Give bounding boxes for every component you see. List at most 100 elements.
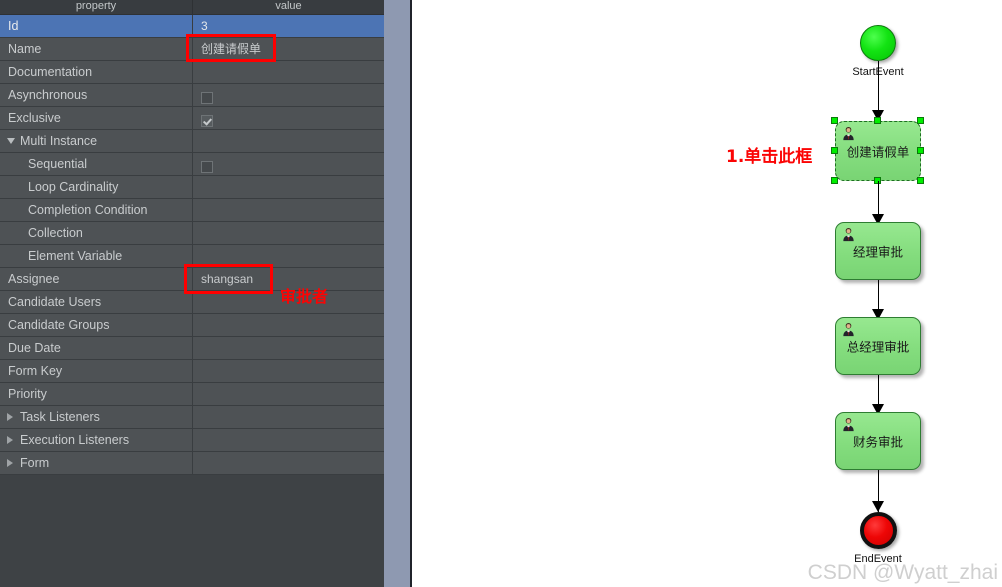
user-task-icon [843, 322, 854, 337]
panel-vertical-scrollbar[interactable] [384, 0, 410, 587]
property-label: Execution Listeners [20, 433, 130, 447]
property-value-cell[interactable] [193, 337, 384, 359]
property-name-cell: Due Date [0, 337, 193, 359]
screenshot-root: property value Id 3 Name 创建请假单 Documentation… [0, 0, 1002, 587]
table-row[interactable]: Priority [0, 383, 384, 406]
property-name-cell: Sequential [0, 153, 193, 175]
property-label: Collection [28, 226, 83, 240]
column-header-value: value [275, 0, 302, 12]
table-row[interactable]: Documentation [0, 61, 384, 84]
resize-handle-ne[interactable] [917, 117, 924, 124]
property-name-cell: Execution Listeners [0, 429, 193, 451]
property-value-cell[interactable] [193, 222, 384, 244]
property-label: Assignee [8, 272, 60, 286]
bpmn-diagram-canvas[interactable]: 1.单击此框 StartEvent 创建请假单 [412, 0, 1002, 587]
property-name-cell: Task Listeners [0, 406, 193, 428]
table-row[interactable]: Loop Cardinality [0, 176, 384, 199]
task-node-finance-approval[interactable]: 财务审批 [835, 412, 921, 470]
chevron-right-icon[interactable] [7, 459, 13, 467]
table-row[interactable]: Due Date [0, 337, 384, 360]
start-event-node[interactable] [860, 25, 896, 61]
property-name-cell: Exclusive [0, 107, 193, 129]
table-row[interactable]: Completion Condition [0, 199, 384, 222]
property-label: Multi Instance [20, 134, 98, 148]
table-row[interactable]: Form Key [0, 360, 384, 383]
property-name-cell: Multi Instance [0, 130, 193, 152]
watermark-text: CSDN @Wyatt_zhai [807, 561, 998, 584]
panel-empty-area [0, 475, 385, 587]
property-label: Due Date [8, 341, 61, 355]
flow-arrow-end [872, 501, 884, 512]
property-label: Form [20, 456, 50, 470]
properties-panel: property value Id 3 Name 创建请假单 Documentation… [0, 0, 412, 587]
user-task-icon [843, 126, 854, 141]
table-row[interactable]: Task Listeners [0, 406, 384, 429]
property-name-cell: Documentation [0, 61, 193, 83]
resize-handle-sw[interactable] [831, 177, 838, 184]
table-row[interactable]: Execution Listeners [0, 429, 384, 452]
property-value-cell[interactable] [193, 130, 384, 152]
property-value-cell[interactable] [193, 107, 384, 129]
checkbox-unchecked-icon[interactable] [201, 161, 213, 174]
checkbox-checked-icon[interactable] [201, 115, 213, 128]
property-name-cell: Candidate Users [0, 291, 193, 313]
user-task-icon [843, 417, 854, 432]
chevron-right-icon[interactable] [7, 436, 13, 444]
property-value-cell[interactable] [193, 452, 384, 474]
table-row[interactable]: Exclusive [0, 107, 384, 130]
property-name-cell: Candidate Groups [0, 314, 193, 336]
property-value-cell[interactable] [193, 61, 384, 83]
property-label: Task Listeners [20, 410, 100, 424]
resize-handle-e[interactable] [917, 147, 924, 154]
table-row[interactable]: Form [0, 452, 384, 475]
property-label: Id [8, 19, 19, 33]
property-name-cell: Priority [0, 383, 193, 405]
task-label: 创建请假单 [846, 144, 910, 160]
property-label: Form Key [8, 364, 63, 378]
task-label: 财务审批 [852, 434, 903, 450]
property-value-cell[interactable] [193, 406, 384, 428]
table-row[interactable]: Candidate Groups [0, 314, 384, 337]
resize-handle-nw[interactable] [831, 117, 838, 124]
property-label: Element Variable [28, 249, 123, 263]
property-label: Candidate Users [8, 295, 102, 309]
property-name-cell: Id [0, 15, 193, 37]
property-value-cell[interactable] [193, 199, 384, 221]
property-label: Exclusive [8, 111, 61, 125]
property-label: Priority [8, 387, 47, 401]
user-task-icon [843, 227, 854, 242]
table-row[interactable]: Collection [0, 222, 384, 245]
property-value-cell[interactable] [193, 84, 384, 106]
property-label: Candidate Groups [8, 318, 110, 332]
resize-handle-n[interactable] [874, 117, 881, 124]
table-row[interactable]: Multi Instance [0, 130, 384, 153]
column-header-property: property [0, 0, 193, 14]
resize-handle-se[interactable] [917, 177, 924, 184]
property-value-cell[interactable] [193, 153, 384, 175]
property-value-cell[interactable] [193, 429, 384, 451]
chevron-right-icon[interactable] [7, 413, 13, 421]
property-value-cell[interactable] [193, 360, 384, 382]
property-name-cell: Collection [0, 222, 193, 244]
resize-handle-w[interactable] [831, 147, 838, 154]
task-label: 总经理审批 [846, 339, 910, 355]
property-name-cell: Completion Condition [0, 199, 193, 221]
checkbox-unchecked-icon[interactable] [201, 92, 213, 105]
property-name-cell: Form [0, 452, 193, 474]
property-name-cell: Loop Cardinality [0, 176, 193, 198]
end-event-node[interactable] [860, 512, 897, 549]
annotation-box-assignee-value [184, 264, 273, 294]
property-value-cell[interactable] [193, 314, 384, 336]
property-label: Name [8, 42, 42, 56]
property-value-cell[interactable] [193, 383, 384, 405]
task-node-create-leave-request[interactable]: 创建请假单 [835, 121, 921, 181]
table-row[interactable]: Sequential [0, 153, 384, 176]
table-header-row: property value [0, 0, 384, 15]
property-name-cell: Element Variable [0, 245, 193, 267]
table-row[interactable]: Asynchronous [0, 84, 384, 107]
chevron-down-icon[interactable] [7, 138, 15, 144]
task-node-manager-approval[interactable]: 经理审批 [835, 222, 921, 280]
task-node-general-manager-approval[interactable]: 总经理审批 [835, 317, 921, 375]
property-name-cell: Name [0, 38, 193, 60]
property-value-cell[interactable] [193, 176, 384, 198]
